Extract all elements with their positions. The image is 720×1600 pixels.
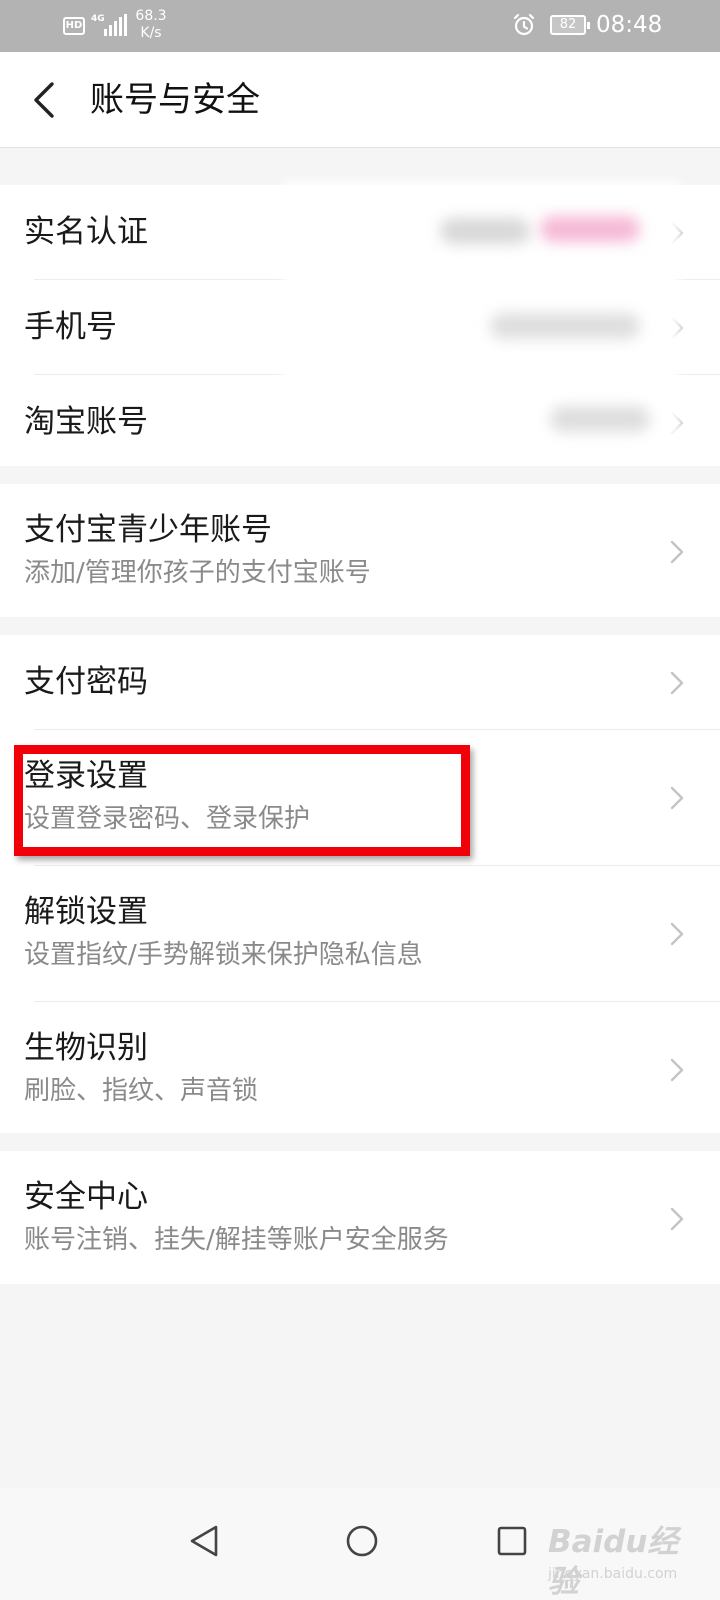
hd-badge: HD — [63, 17, 85, 35]
blurred-value — [540, 216, 640, 242]
list-item-youth-account[interactable]: 支付宝青少年账号 添加/管理你孩子的支付宝账号 — [0, 484, 720, 617]
list-item-title: 支付宝青少年账号 — [24, 512, 272, 548]
blurred-value — [490, 313, 640, 339]
list-item-biometrics[interactable]: 生物识别 刷脸、指纹、声音锁 — [0, 1002, 720, 1138]
list-item-subtitle: 刷脸、指纹、声音锁 — [24, 1076, 259, 1106]
alarm-icon — [513, 13, 535, 36]
signal-icon — [104, 14, 130, 36]
security-settings-group: 支付密码 登录设置 设置登录密码、登录保护 解锁设置 设置指纹/手势解锁来保护隐… — [0, 635, 720, 1133]
list-item-title: 生物识别 — [24, 1030, 148, 1066]
list-item-subtitle: 设置指纹/手势解锁来保护隐私信息 — [24, 940, 423, 970]
network-type: 4G — [91, 14, 105, 24]
chevron-right-icon — [670, 1207, 684, 1231]
youth-account-group: 支付宝青少年账号 添加/管理你孩子的支付宝账号 — [0, 484, 720, 617]
watermark-logo: Baidu经验 — [548, 1524, 679, 1600]
network-speed-value: 68.3 — [135, 8, 167, 24]
list-item-title: 安全中心 — [24, 1179, 148, 1215]
triangle-back-icon — [190, 1525, 218, 1557]
list-item-title: 手机号 — [24, 309, 117, 345]
chevron-right-icon — [670, 786, 684, 810]
nav-home-button[interactable] — [335, 1514, 389, 1568]
baidu-watermark: Baidu经验 jingyan.baidu.com — [548, 1522, 698, 1600]
chevron-right-icon — [670, 1058, 684, 1082]
blurred-value — [550, 406, 650, 432]
list-item-unlock-settings[interactable]: 解锁设置 设置指纹/手势解锁来保护隐私信息 — [0, 866, 720, 1002]
back-button[interactable] — [22, 74, 74, 126]
highlight-annotation — [14, 745, 470, 856]
chevron-right-icon — [670, 540, 684, 564]
list-item-pay-password[interactable]: 支付密码 — [0, 635, 720, 730]
list-item-subtitle: 账号注销、挂失/解挂等账户安全服务 — [24, 1225, 449, 1255]
square-recents-icon — [497, 1526, 527, 1556]
blurred-value — [440, 218, 530, 244]
status-bar: HD 4G 68.3 K/s 82 08:48 — [0, 0, 720, 52]
status-time: 08:48 — [596, 12, 663, 38]
network-speed-unit: K/s — [140, 25, 162, 41]
list-item-title: 淘宝账号 — [24, 404, 148, 440]
list-item-title: 实名认证 — [24, 214, 148, 250]
security-center-group: 安全中心 账号注销、挂失/解挂等账户安全服务 — [0, 1151, 720, 1284]
chevron-right-icon — [670, 671, 684, 695]
chevron-left-icon — [34, 82, 54, 118]
list-item-title: 支付密码 — [24, 664, 148, 700]
page-title: 账号与安全 — [90, 80, 260, 120]
nav-back-button[interactable] — [180, 1514, 234, 1568]
battery-icon: 82 — [550, 15, 590, 35]
nav-recents-button[interactable] — [485, 1514, 539, 1568]
circle-home-icon — [346, 1525, 378, 1557]
chevron-right-icon — [670, 922, 684, 946]
app-header: 账号与安全 — [0, 52, 720, 148]
watermark-url: jingyan.baidu.com — [548, 1566, 678, 1582]
list-item-title: 解锁设置 — [24, 894, 148, 930]
list-item-security-center[interactable]: 安全中心 账号注销、挂失/解挂等账户安全服务 — [0, 1151, 720, 1284]
list-item-subtitle: 添加/管理你孩子的支付宝账号 — [24, 558, 371, 588]
network-speed: 68.3 K/s — [134, 8, 168, 42]
